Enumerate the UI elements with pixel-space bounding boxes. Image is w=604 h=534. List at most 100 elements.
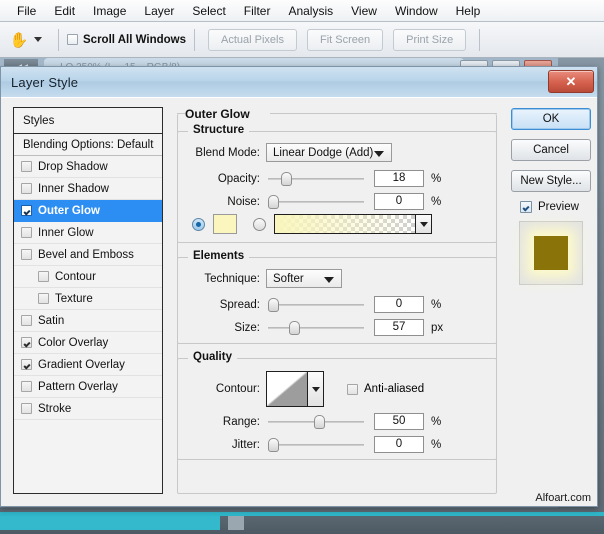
fit-screen-button[interactable]: Fit Screen (307, 29, 383, 51)
blend-mode-select[interactable]: Linear Dodge (Add) (266, 143, 392, 162)
preview-label: Preview (538, 201, 579, 213)
opacity-slider[interactable] (268, 171, 364, 187)
drop-shadow-checkbox[interactable] (21, 161, 32, 172)
noise-unit: % (431, 196, 441, 208)
chevron-down-icon (374, 151, 384, 157)
slider-knob[interactable] (268, 298, 279, 312)
application-menu-bar: File Edit Image Layer Select Filter Anal… (0, 0, 604, 22)
contour-picker[interactable] (266, 371, 324, 407)
range-slider[interactable] (268, 414, 364, 430)
close-icon[interactable]: ✕ (548, 70, 594, 93)
size-slider[interactable] (268, 320, 364, 336)
styles-item-stroke[interactable]: Stroke (14, 398, 162, 420)
menu-select[interactable]: Select (183, 0, 234, 22)
preview-checkbox[interactable] (520, 201, 532, 213)
dialog-title: Layer Style (11, 75, 78, 90)
menu-window[interactable]: Window (386, 0, 447, 22)
horizontal-scrollbar-thumb[interactable] (228, 516, 244, 530)
contour-curve-preview (267, 372, 307, 406)
styles-item-outer-glow[interactable]: Outer Glow (14, 200, 162, 222)
inner-shadow-checkbox[interactable] (21, 183, 32, 194)
new-style-button[interactable]: New Style... (511, 170, 591, 192)
noise-slider[interactable] (268, 194, 364, 210)
styles-item-inner-shadow[interactable]: Inner Shadow (14, 178, 162, 200)
menu-image[interactable]: Image (84, 0, 135, 22)
slider-knob[interactable] (314, 415, 325, 429)
gradient-radio[interactable] (253, 218, 266, 231)
chevron-down-icon[interactable] (415, 215, 431, 233)
styles-item-color-overlay[interactable]: Color Overlay (14, 332, 162, 354)
cancel-button[interactable]: Cancel (511, 139, 591, 161)
color-overlay-checkbox[interactable] (21, 337, 32, 348)
toolbar-divider (58, 29, 59, 51)
spread-row: Spread: 0 % (188, 296, 488, 313)
structure-group: Structure Blend Mode: Linear Dodge (Add)… (177, 131, 497, 243)
styles-item-label: Satin (38, 315, 64, 327)
gradient-preview (275, 215, 415, 233)
elements-legend: Elements (188, 250, 249, 262)
slider-knob[interactable] (268, 438, 279, 452)
preview-toggle[interactable]: Preview (520, 201, 591, 213)
bevel-and-emboss-checkbox[interactable] (21, 249, 32, 260)
glow-gradient-picker[interactable] (274, 214, 432, 234)
styles-item-contour[interactable]: Contour (14, 266, 162, 288)
slider-knob[interactable] (289, 321, 300, 335)
stroke-checkbox[interactable] (21, 403, 32, 414)
noise-input[interactable]: 0 (374, 193, 424, 210)
spread-input[interactable]: 0 (374, 296, 424, 313)
gradient-overlay-checkbox[interactable] (21, 359, 32, 370)
slider-track (268, 304, 364, 306)
jitter-slider[interactable] (268, 437, 364, 453)
chevron-down-icon[interactable] (307, 372, 323, 406)
opacity-label: Opacity: (188, 173, 260, 185)
opacity-input[interactable]: 18 (374, 170, 424, 187)
actual-pixels-button[interactable]: Actual Pixels (208, 29, 297, 51)
checkbox-box (67, 34, 78, 45)
contour-checkbox[interactable] (38, 271, 49, 282)
technique-value: Softer (273, 273, 304, 285)
styles-item-blending-options[interactable]: Blending Options: Default (14, 134, 162, 156)
spread-slider[interactable] (268, 297, 364, 313)
menu-help[interactable]: Help (447, 0, 490, 22)
slider-knob[interactable] (281, 172, 292, 186)
styles-item-pattern-overlay[interactable]: Pattern Overlay (14, 376, 162, 398)
size-row: Size: 57 px (188, 319, 488, 336)
outer-glow-checkbox[interactable] (21, 205, 32, 216)
menu-file[interactable]: File (8, 0, 45, 22)
texture-checkbox[interactable] (38, 293, 49, 304)
styles-item-gradient-overlay[interactable]: Gradient Overlay (14, 354, 162, 376)
technique-select[interactable]: Softer (266, 269, 342, 288)
styles-item-drop-shadow[interactable]: Drop Shadow (14, 156, 162, 178)
menu-analysis[interactable]: Analysis (279, 0, 342, 22)
slider-knob[interactable] (268, 195, 279, 209)
menu-edit[interactable]: Edit (45, 0, 84, 22)
jitter-input[interactable]: 0 (374, 436, 424, 453)
jitter-label: Jitter: (188, 439, 260, 451)
styles-item-label: Gradient Overlay (38, 359, 125, 371)
menu-layer[interactable]: Layer (135, 0, 183, 22)
styles-list[interactable]: Blending Options: Default Drop Shadow In… (13, 133, 163, 494)
inner-glow-checkbox[interactable] (21, 227, 32, 238)
anti-aliased-checkbox[interactable] (347, 384, 358, 395)
styles-item-texture[interactable]: Texture (14, 288, 162, 310)
hand-tool-icon[interactable]: ✋ (6, 27, 32, 53)
ok-button[interactable]: OK (511, 108, 591, 130)
range-input[interactable]: 50 (374, 413, 424, 430)
blend-mode-row: Blend Mode: Linear Dodge (Add) (188, 143, 478, 162)
size-input[interactable]: 57 (374, 319, 424, 336)
menu-filter[interactable]: Filter (235, 0, 280, 22)
solid-color-radio[interactable] (192, 218, 205, 231)
menu-view[interactable]: View (342, 0, 386, 22)
glow-color-swatch[interactable] (213, 214, 237, 234)
styles-item-inner-glow[interactable]: Inner Glow (14, 222, 162, 244)
styles-item-bevel-and-emboss[interactable]: Bevel and Emboss (14, 244, 162, 266)
chevron-down-icon[interactable] (34, 37, 42, 42)
pattern-overlay-checkbox[interactable] (21, 381, 32, 392)
styles-item-satin[interactable]: Satin (14, 310, 162, 332)
print-size-button[interactable]: Print Size (393, 29, 466, 51)
glow-fill-row (192, 214, 482, 234)
scroll-all-windows-checkbox[interactable]: Scroll All Windows (67, 34, 186, 46)
technique-row: Technique: Softer (188, 269, 478, 288)
dialog-titlebar[interactable]: Layer Style ✕ (1, 67, 597, 98)
satin-checkbox[interactable] (21, 315, 32, 326)
